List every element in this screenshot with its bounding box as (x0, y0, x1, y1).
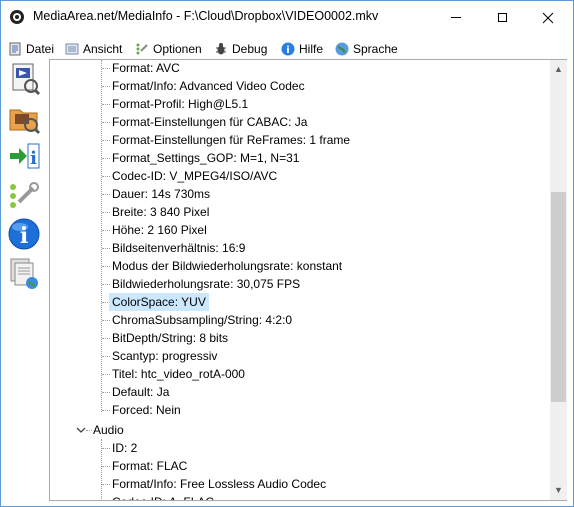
tree-field-text: Forced: Nein (112, 403, 181, 417)
tree-field-row[interactable]: Forced: Nein (50, 401, 549, 419)
tree-field-row[interactable]: Format: AVC (50, 60, 549, 77)
menu-ansicht[interactable]: Ansicht (65, 38, 122, 59)
open-folder-icon[interactable] (7, 101, 41, 135)
file-icon (9, 42, 21, 55)
menu-sprache-label: Sprache (353, 41, 398, 56)
menu-hilfe[interactable]: i Hilfe (281, 38, 323, 59)
menu-optionen[interactable]: Optionen (135, 38, 202, 59)
tree-field-text: Format_Settings_GOP: M=1, N=31 (112, 151, 300, 165)
tree-field-text: Höhe: 2 160 Pixel (112, 223, 207, 237)
svg-text:i: i (20, 223, 28, 249)
tree-field-text: Titel: htc_video_rotA-000 (112, 367, 245, 381)
tree-field-row[interactable]: Dauer: 14s 730ms (50, 185, 549, 203)
export-icon[interactable]: i (7, 139, 41, 173)
menu-bar: Datei Ansicht Optionen Debug i Hilfe Spr… (1, 38, 573, 59)
tree-field-text: Dauer: 14s 730ms (112, 187, 211, 201)
tree-field-row[interactable]: Codec-ID: A_FLAC (50, 493, 549, 500)
tree-field-row[interactable]: ChromaSubsampling/String: 4:2:0 (50, 311, 549, 329)
maximize-icon (497, 13, 507, 22)
options-icon (136, 43, 148, 54)
tree-audio-label: Audio (93, 423, 124, 437)
tree-field-row[interactable]: Scantyp: progressiv (50, 347, 549, 365)
title-bar[interactable]: MediaArea.net/MediaInfo - F:\Cloud\Dropb… (1, 1, 573, 34)
tree-field-row[interactable]: Codec-ID: V_MPEG4/ISO/AVC (50, 167, 549, 185)
menu-hilfe-label: Hilfe (299, 41, 324, 56)
maximize-button[interactable] (479, 1, 525, 34)
tree-field-text: ID: 2 (112, 441, 138, 455)
tree-field-row[interactable]: Format/Info: Free Lossless Audio Codec (50, 475, 549, 493)
language-globe-icon (335, 42, 349, 55)
tree-field-row[interactable]: Format: FLAC (50, 457, 549, 475)
tree-field-text: Format-Einstellungen für CABAC: Ja (112, 115, 308, 129)
tree-field-row[interactable]: Höhe: 2 160 Pixel (50, 221, 549, 239)
tree-field-row[interactable]: Format-Profil: High@L5.1 (50, 95, 549, 113)
window-title: MediaArea.net/MediaInfo - F:\Cloud\Dropb… (33, 9, 379, 23)
menu-debug-label: Debug (232, 41, 268, 56)
tree-field-text: Modus der Bildwiederholungsrate: konstan… (112, 259, 343, 273)
menu-debug[interactable]: Debug (214, 38, 267, 59)
tree-field-row[interactable]: ColorSpace: YUV (50, 293, 549, 311)
chevron-down-icon[interactable] (76, 425, 86, 435)
tree-field-row[interactable]: Breite: 3 840 Pixel (50, 203, 549, 221)
tree-field-text: Format-Profil: High@L5.1 (112, 97, 249, 111)
tree-field-text: Default: Ja (112, 385, 170, 399)
tree-field-row[interactable]: ID: 2 (50, 439, 549, 457)
tree-field-text-selected: ColorSpace: YUV (109, 293, 209, 311)
scroll-up-arrow-icon[interactable]: ▲ (550, 60, 567, 77)
menu-datei-label: Datei (26, 41, 55, 56)
tree-field-text: Bildwiederholungsrate: 30,075 FPS (112, 277, 301, 291)
tree-field-text: Format: FLAC (112, 459, 188, 473)
about-info-icon[interactable]: i (7, 217, 41, 251)
menu-datei[interactable]: Datei (8, 38, 54, 59)
svg-text:i: i (286, 45, 289, 56)
tree-field-row[interactable]: Bildwiederholungsrate: 30,075 FPS (50, 275, 549, 293)
tree-field-text: Format/Info: Free Lossless Audio Codec (112, 477, 327, 491)
minimize-button[interactable] (433, 1, 479, 34)
tree-field-text: Format/Info: Advanced Video Codec (112, 79, 305, 93)
tree-field-row[interactable]: Bildseitenverhältnis: 16:9 (50, 239, 549, 257)
close-icon (542, 12, 554, 23)
vertical-scrollbar[interactable]: ▲ ▼ (550, 59, 567, 501)
tree-field-row[interactable]: Modus der Bildwiederholungsrate: konstan… (50, 257, 549, 275)
tree-field-row[interactable]: BitDepth/String: 8 bits (50, 329, 549, 347)
tree-field-text: Scantyp: progressiv (112, 349, 218, 363)
tree-field-text: ChromaSubsampling/String: 4:2:0 (112, 313, 293, 327)
menu-optionen-label: Optionen (153, 41, 202, 56)
help-icon: i (281, 42, 295, 56)
tree-field-text: BitDepth/String: 8 bits (112, 331, 229, 345)
tree-node-audio[interactable]: Audio (50, 421, 549, 439)
tree-field-row[interactable]: Titel: htc_video_rotA-000 (50, 365, 549, 383)
file-web-icon[interactable] (7, 257, 41, 291)
scroll-thumb[interactable] (551, 192, 566, 402)
minimize-icon (451, 17, 461, 18)
tree-field-row[interactable]: Format-Einstellungen für ReFrames: 1 fra… (50, 131, 549, 149)
tree-field-text: Format-Einstellungen für ReFrames: 1 fra… (112, 133, 351, 147)
tree-field-text: Codec-ID: V_MPEG4/ISO/AVC (112, 169, 278, 183)
debug-icon (216, 42, 226, 54)
open-file-icon[interactable] (7, 61, 41, 95)
scroll-down-arrow-icon[interactable]: ▼ (550, 481, 567, 498)
side-toolbar: i i (1, 59, 47, 506)
tree-field-text: Bildseitenverhältnis: 16:9 (112, 241, 246, 255)
tree-field-row[interactable]: Format/Info: Advanced Video Codec (50, 77, 549, 95)
tree-field-row[interactable]: Default: Ja (50, 383, 549, 401)
tree-field-text: Breite: 3 840 Pixel (112, 205, 210, 219)
menu-sprache[interactable]: Sprache (335, 38, 398, 59)
menu-ansicht-label: Ansicht (83, 41, 123, 56)
mediainfo-app-icon (10, 10, 24, 24)
tree-field-text: Format: AVC (112, 61, 180, 75)
svg-text:i: i (30, 148, 37, 169)
preferences-icon[interactable] (7, 178, 41, 212)
tree-field-row[interactable]: Format-Einstellungen für CABAC: Ja (50, 113, 549, 131)
tree-field-text: Codec-ID: A_FLAC (112, 493, 214, 500)
view-icon (65, 43, 79, 54)
tree-field-row[interactable]: Format_Settings_GOP: M=1, N=31 (50, 149, 549, 167)
mediainfo-window: MediaArea.net/MediaInfo - F:\Cloud\Dropb… (0, 0, 574, 507)
info-tree[interactable]: Audio Format: AVC Format/Info: Advanced V… (49, 59, 552, 501)
close-button[interactable] (525, 1, 571, 34)
